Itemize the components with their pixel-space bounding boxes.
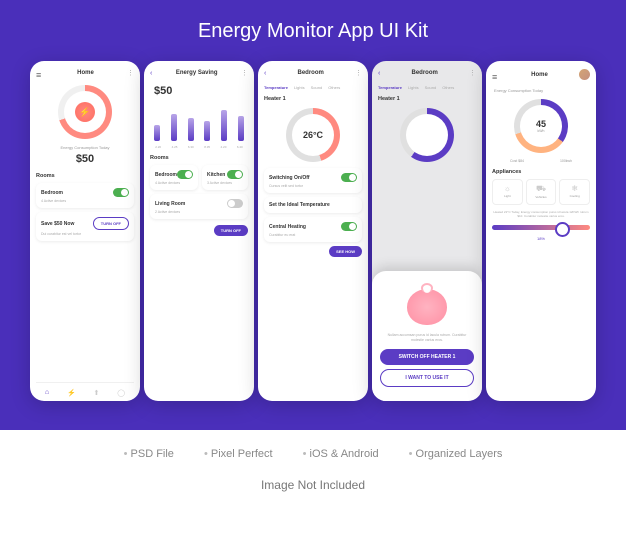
tab-temperature[interactable]: Temperature	[264, 85, 288, 90]
room-toggle[interactable]	[227, 170, 243, 179]
room-toggle[interactable]	[177, 170, 193, 179]
bar-chart	[150, 105, 248, 141]
screen-home: Home ⋮ ⚡ Energy Consumption Today $50 Ro…	[30, 61, 140, 401]
page-title: Bedroom	[298, 70, 324, 76]
consumption-label: Energy Consumption Today	[36, 145, 134, 150]
rooms-heading: Rooms	[150, 155, 248, 161]
category-tabs: TemperatureLightsSoundOthers	[378, 85, 476, 90]
save-title: Save $50 Now	[41, 221, 74, 227]
sheet-text: Nullam accumsan purus id lacula rutrum. …	[380, 333, 474, 343]
appliance-cooling[interactable]: ❄Cooling	[559, 179, 590, 205]
room-card-bedroom[interactable]: Bedroom4 Active devices	[150, 165, 198, 190]
cooling-icon: ❄	[562, 184, 587, 193]
tab-profile-icon[interactable]: ◯	[117, 389, 125, 397]
screen-bedroom-modal: ‹ Bedroom ⋮ TemperatureLightsSoundOthers…	[372, 61, 482, 401]
room-toggle[interactable]	[227, 199, 243, 208]
tab-bar: ⌂ ⚡ ⬆ ◯	[36, 382, 134, 397]
temp-gauge[interactable]: 26°C	[286, 108, 340, 162]
appliance-light[interactable]: ☼Light	[492, 179, 523, 205]
screen-energy-saving: ‹ Energy Saving ⋮ $50 2.204.256.308.354.…	[144, 61, 254, 401]
piggy-icon	[407, 289, 447, 325]
room-card-kitchen[interactable]: Kitchen3 Active devices	[202, 165, 248, 190]
page-title: Home	[77, 70, 94, 76]
energy-gauge: ⚡	[58, 85, 112, 139]
see-how-button[interactable]: SEE HOW	[329, 246, 362, 257]
room-name: Bedroom	[41, 190, 63, 196]
page-title: Bedroom	[412, 70, 438, 76]
use-it-button[interactable]: I WANT TO USE IT	[380, 369, 474, 387]
slider-value: 18%	[492, 236, 590, 241]
appliances-heading: Appliances	[492, 169, 590, 175]
heater-label: Heater 1	[264, 96, 362, 102]
kit-title: Energy Monitor App UI Kit	[0, 20, 626, 43]
heater-label: Heater 1	[378, 96, 476, 102]
feature-pixel: Pixel Perfect	[204, 448, 273, 460]
switch-off-heater-button[interactable]: SWITCH OFF HEATER 1	[380, 349, 474, 365]
back-icon[interactable]: ‹	[150, 70, 152, 77]
menu-icon[interactable]	[492, 72, 500, 78]
tab-bolt-icon[interactable]: ⚡	[67, 389, 76, 397]
room-devices: 4 Active devices	[41, 199, 129, 203]
room-toggle[interactable]	[113, 188, 129, 197]
more-icon[interactable]: ⋮	[469, 69, 476, 77]
room-card-bedroom[interactable]: Bedroom 4 Active devices	[36, 183, 134, 208]
menu-icon[interactable]	[36, 70, 44, 76]
temp-value: 26°C	[303, 130, 323, 140]
turnoff-button[interactable]: TURN OFF	[214, 225, 248, 236]
room-card-living[interactable]: Living Room2 Active devices	[150, 194, 248, 219]
light-icon: ☼	[495, 184, 520, 193]
bolt-icon: ⚡	[75, 102, 95, 122]
switch-toggle[interactable]	[341, 173, 357, 182]
category-tabs: Temperature Lights Sound Others	[264, 85, 362, 90]
avatar[interactable]	[579, 69, 590, 80]
page-title: Energy Saving	[176, 70, 218, 76]
screen-bedroom: ‹ Bedroom ⋮ Temperature Lights Sound Others…	[258, 61, 368, 401]
vehicle-icon: ⛟	[529, 184, 554, 194]
more-icon[interactable]: ⋮	[241, 69, 248, 77]
row-central-heat[interactable]: Central HeatingCurabitur eu erat	[264, 217, 362, 242]
energy-value: 45	[536, 119, 546, 129]
back-icon[interactable]: ‹	[378, 70, 380, 77]
bar-labels: 2.204.256.308.354.206.40	[150, 145, 248, 149]
turnoff-button[interactable]: TURN OFF	[93, 217, 129, 230]
tab-sound[interactable]: Sound	[311, 85, 323, 90]
bottom-sheet: Nullam accumsan purus id lacula rutrum. …	[372, 271, 482, 401]
more-icon[interactable]: ⋮	[127, 69, 134, 77]
feature-layers: Organized Layers	[409, 448, 503, 460]
footer: PSD File Pixel Perfect iOS & Android Org…	[0, 430, 626, 510]
feature-psd: PSD File	[124, 448, 174, 460]
temp-gauge	[400, 108, 454, 162]
heat-toggle[interactable]	[341, 222, 357, 231]
tab-lights[interactable]: Lights	[294, 85, 305, 90]
appliance-vehicles[interactable]: ⛟Vehicles	[526, 179, 557, 205]
back-icon[interactable]: ‹	[264, 70, 266, 77]
rooms-heading: Rooms	[36, 173, 134, 179]
feature-ios-android: iOS & Android	[303, 448, 379, 460]
screen-home-appliances: Home Energy Consumption Today 45kWh Cost…	[486, 61, 596, 401]
appliance-grid: ☼Light ⛟Vehicles ❄Cooling	[492, 179, 590, 205]
row-switching[interactable]: Switching On/OffCursus velit sed tortor	[264, 168, 362, 193]
slider[interactable]	[492, 225, 590, 230]
energy-unit: kWh	[538, 129, 545, 133]
page-title: Home	[531, 72, 548, 78]
disclaimer: Image Not Included	[0, 478, 626, 492]
save-card[interactable]: Save $50 Now TURN OFF Dui curabitur est v…	[36, 212, 134, 241]
tab-others[interactable]: Others	[328, 85, 340, 90]
tab-stats-icon[interactable]: ⬆	[94, 389, 100, 397]
energy-gauge: 45kWh	[514, 99, 568, 153]
consumption-label: Energy Consumption Today	[492, 88, 590, 93]
price-value: $50	[150, 85, 248, 97]
save-sub: Dui curabitur est vel tortor	[41, 232, 129, 236]
tab-home-icon[interactable]: ⌂	[45, 389, 49, 397]
appliance-note: Heated 22°C Today, Energy consumption pu…	[492, 211, 590, 219]
row-ideal-temp[interactable]: Set the Ideal Temperature	[264, 197, 362, 213]
more-icon[interactable]: ⋮	[355, 69, 362, 77]
stats-row: Cost $84100kwh	[492, 159, 590, 163]
price-value: $50	[36, 153, 134, 165]
